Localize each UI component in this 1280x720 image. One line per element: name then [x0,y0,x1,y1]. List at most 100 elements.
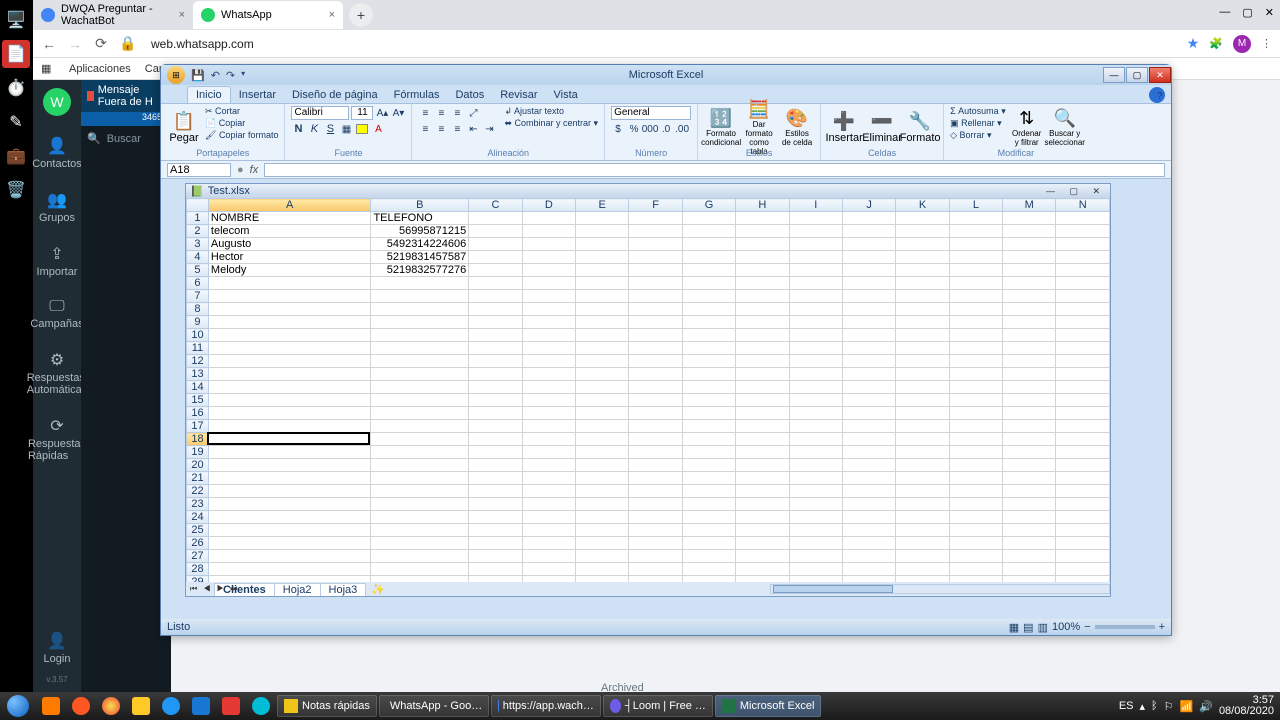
cell[interactable] [1056,329,1110,342]
cell[interactable] [682,251,735,264]
cell[interactable] [736,407,789,420]
workbook-titlebar[interactable]: 📗 Test.xlsx — ▢ ✕ [186,184,1110,198]
cell[interactable] [949,225,1002,238]
cell[interactable] [842,563,895,576]
cell[interactable] [629,394,682,407]
cell[interactable] [208,563,371,576]
font-selector[interactable]: Calibri [291,106,349,120]
cell[interactable] [371,303,469,316]
cell[interactable] [576,381,629,394]
row-header[interactable]: 24 [187,511,209,524]
cell[interactable] [736,459,789,472]
cell[interactable] [1056,277,1110,290]
cell[interactable] [842,524,895,537]
browser-tab-active[interactable]: WhatsApp × [193,1,343,29]
row-header[interactable]: 8 [187,303,209,316]
cell[interactable] [949,407,1002,420]
cell[interactable] [576,485,629,498]
cell[interactable] [896,212,949,225]
cell[interactable] [371,511,469,524]
sheet-tab[interactable]: Hoja3 [320,583,367,596]
cell[interactable] [469,368,522,381]
cell[interactable] [682,407,735,420]
row-header[interactable]: 10 [187,329,209,342]
cell[interactable] [576,407,629,420]
font-color-icon[interactable]: A [371,122,385,136]
cell[interactable] [522,550,575,563]
cell[interactable] [522,316,575,329]
cell[interactable] [522,537,575,550]
cell[interactable] [576,277,629,290]
cell[interactable] [469,251,522,264]
cell[interactable] [789,212,842,225]
cell[interactable] [949,212,1002,225]
cell[interactable] [736,381,789,394]
row-header[interactable]: 3 [187,238,209,251]
cell[interactable] [576,303,629,316]
col-header[interactable]: L [949,199,1002,212]
col-header[interactable]: M [1003,199,1056,212]
cell[interactable] [949,368,1002,381]
cell[interactable] [896,381,949,394]
cell[interactable]: 5219832577276 [371,264,469,277]
cell[interactable] [371,459,469,472]
desktop-icon[interactable]: 🖥️ [2,6,30,34]
cell[interactable] [522,563,575,576]
cell[interactable] [1003,394,1056,407]
cell[interactable] [1056,446,1110,459]
cell[interactable] [842,225,895,238]
cell[interactable] [682,225,735,238]
cell[interactable] [949,381,1002,394]
taskbar-pinned[interactable] [157,695,185,717]
cell[interactable] [896,264,949,277]
cell[interactable] [576,446,629,459]
cell[interactable] [522,433,575,446]
fx-icon[interactable]: fx [250,164,259,176]
cell[interactable] [949,290,1002,303]
system-tray[interactable]: ES ▴ ᛒ ⚐ 📶 🔊 3:57 08/08/2020 [1119,695,1274,717]
cell[interactable] [842,433,895,446]
cell[interactable] [736,511,789,524]
cell[interactable] [1003,407,1056,420]
cell[interactable]: Augusto [208,238,371,251]
tray-flag-icon[interactable]: ⚐ [1164,700,1174,713]
cell[interactable] [1056,498,1110,511]
cell[interactable] [1056,459,1110,472]
row-header[interactable]: 27 [187,550,209,563]
cell[interactable] [896,316,949,329]
cell[interactable] [842,511,895,524]
cell[interactable]: 5492314224606 [371,238,469,251]
cell[interactable] [522,446,575,459]
cell[interactable] [949,511,1002,524]
cell[interactable] [896,290,949,303]
cell[interactable] [842,303,895,316]
cell[interactable] [789,498,842,511]
cell[interactable] [208,446,371,459]
cell[interactable] [522,238,575,251]
find-select-button[interactable]: 🔍Buscar y seleccionar [1048,106,1082,148]
cell[interactable] [896,329,949,342]
cell[interactable] [949,472,1002,485]
cell[interactable] [469,316,522,329]
cell[interactable] [208,511,371,524]
cell[interactable] [789,355,842,368]
paste-button[interactable]: 📋Pegar [167,106,201,148]
row-header[interactable]: 28 [187,563,209,576]
cell[interactable] [208,433,371,446]
cell[interactable] [896,459,949,472]
cell[interactable] [736,316,789,329]
cell[interactable] [576,368,629,381]
cell[interactable] [682,264,735,277]
cell[interactable] [469,446,522,459]
cell[interactable] [629,342,682,355]
row-header[interactable]: 14 [187,381,209,394]
bold-button[interactable]: N [291,122,305,136]
percent-icon[interactable]: % [627,122,641,136]
grid[interactable]: ABCDEFGHIJKLMN1NOMBRETELEFONO2telecom569… [186,198,1110,582]
desktop-icon[interactable]: ✎ [2,108,30,136]
cell[interactable] [576,342,629,355]
row-header[interactable]: 21 [187,472,209,485]
maximize-button[interactable]: ▢ [1126,67,1148,83]
menu-icon[interactable]: ⋮ [1261,37,1272,50]
cell[interactable] [896,277,949,290]
